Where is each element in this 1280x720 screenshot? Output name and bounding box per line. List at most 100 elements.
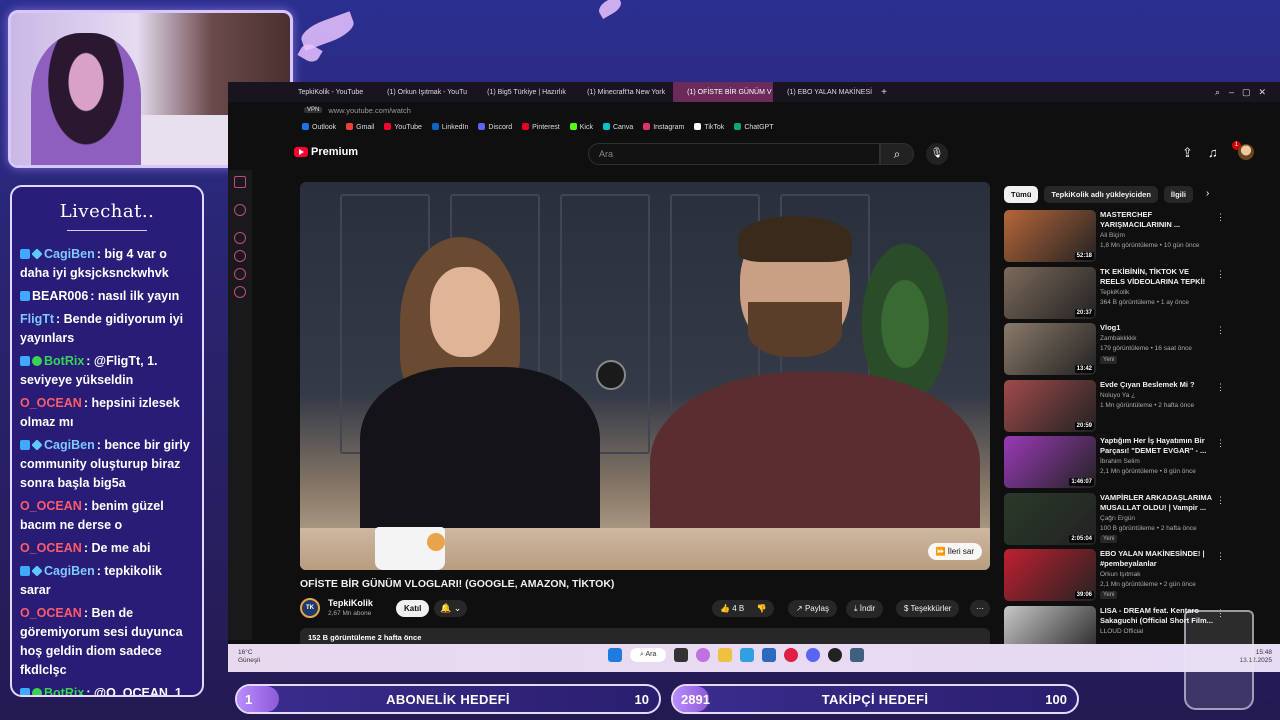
new-tab-icon[interactable]: + xyxy=(881,87,887,98)
video-thumbnail[interactable]: 20:59 xyxy=(1004,379,1096,432)
gear-icon[interactable] xyxy=(234,286,246,298)
recommended-video[interactable]: 52:18 MASTERCHEF YARIŞMACILARININ ... Ali … xyxy=(1004,210,1264,264)
player-icon[interactable] xyxy=(234,232,246,244)
share-button[interactable]: ↗ Paylaş xyxy=(788,600,837,617)
more-options-icon[interactable]: ⋮ xyxy=(1216,551,1225,562)
recommended-title[interactable]: Evde Çıyan Beslemek Mi ? xyxy=(1100,380,1215,390)
chat-username[interactable]: FligTt xyxy=(20,312,54,326)
file-explorer-icon[interactable] xyxy=(718,648,733,662)
bell-icon[interactable]: ♫ xyxy=(1208,145,1218,160)
browser-tab[interactable]: (1) EBO YALAN MAKİNESİ xyxy=(773,82,873,102)
recommended-title[interactable]: Vlog1 xyxy=(1100,323,1215,333)
obs-icon[interactable] xyxy=(828,648,843,662)
chat-username[interactable]: O_OCEAN xyxy=(20,396,82,410)
bookmark-item[interactable]: Kick xyxy=(569,123,593,131)
bookmark-item[interactable]: Pinterest xyxy=(522,123,560,131)
video-player[interactable]: ⏩ İleri sar xyxy=(300,182,990,570)
browser-tab[interactable]: (1) OFİSTE BİR GÜNÜM V xyxy=(673,82,774,102)
history-icon[interactable] xyxy=(234,250,246,262)
video-thumbnail[interactable]: 1:46:07 xyxy=(1004,436,1096,488)
search-tabs-icon[interactable]: ⌕ xyxy=(1215,87,1220,98)
more-actions-button[interactable]: ⋯ xyxy=(970,600,990,617)
more-options-icon[interactable]: ⋮ xyxy=(1216,438,1225,449)
search-button[interactable]: ⌕ xyxy=(880,143,914,165)
like-button[interactable]: 👍 4 B 👎 xyxy=(712,600,775,617)
download-button[interactable]: ⤓ İndir xyxy=(846,600,884,618)
join-button[interactable]: Katıl xyxy=(396,600,430,617)
thumbs-down-icon[interactable]: 👎 xyxy=(756,604,766,613)
window-controls-icon[interactable]: –▢✕ xyxy=(1229,87,1274,98)
bookmark-item[interactable]: TikTok xyxy=(694,123,724,131)
chat-username[interactable]: O_OCEAN xyxy=(20,499,82,513)
more-options-icon[interactable]: ⋮ xyxy=(1216,495,1225,506)
account-avatar[interactable] xyxy=(1238,144,1254,160)
recommended-title[interactable]: TK EKİBİNİN, TİKTOK VE REELS VİDEOLARINA… xyxy=(1100,267,1215,287)
subscribe-bell-button[interactable]: 🔔 ⌄ xyxy=(434,600,468,617)
recommended-channel[interactable]: Çağrı Ergün xyxy=(1100,515,1135,522)
channel-name[interactable]: TepkiKolik xyxy=(328,598,373,608)
weather-widget[interactable]: 16°C Güneşli xyxy=(238,649,260,665)
recommended-video[interactable]: 13:42 Vlog1 Zambakkkkk 179 görüntüleme • 16… xyxy=(1004,323,1264,377)
copilot-icon[interactable] xyxy=(696,648,711,662)
recommended-video[interactable]: 1:46:07 Yaptığım Her İş Hayatımın Bir Par… xyxy=(1004,436,1264,490)
opera-icon[interactable] xyxy=(234,176,246,188)
recommended-channel[interactable]: Ali Biçim xyxy=(1100,232,1125,239)
bookmark-item[interactable]: Discord xyxy=(478,123,512,131)
browser-tab[interactable]: (1) Minecraft'ta New York xyxy=(573,82,673,102)
video-thumbnail[interactable]: 2:05:04 xyxy=(1004,492,1096,545)
app-icon[interactable] xyxy=(740,648,755,662)
recommended-channel[interactable]: Orkun Işıtmak xyxy=(1100,571,1140,578)
browser-tab[interactable]: (1) Big5 Türkiye | Hazırlık xyxy=(473,82,573,102)
skip-forward-button[interactable]: ⏩ İleri sar xyxy=(927,543,982,560)
channel-avatar[interactable]: TK xyxy=(300,598,320,618)
chat-username[interactable]: BotRix xyxy=(44,354,84,368)
chat-username[interactable]: O_OCEAN xyxy=(20,541,82,555)
more-options-icon[interactable]: ⋮ xyxy=(1216,212,1225,223)
address-bar[interactable]: VPN www.youtube.com/watch xyxy=(228,102,1280,118)
upload-icon[interactable]: ⇪ xyxy=(1182,145,1193,161)
task-view-icon[interactable] xyxy=(674,648,689,662)
settings-gear-icon[interactable] xyxy=(850,648,865,662)
store-icon[interactable] xyxy=(762,648,777,662)
messenger-icon[interactable] xyxy=(234,268,246,280)
browser-tab[interactable]: (1) Orkun Işıtmak - YouTu xyxy=(373,82,473,102)
recommended-video[interactable]: 20:37 TK EKİBİNİN, TİKTOK VE REELS VİDEOL… xyxy=(1004,266,1264,321)
recommended-title[interactable]: EBO YALAN MAKİNESİNDE! | #pembeyalanlar xyxy=(1100,549,1215,569)
bookmark-item[interactable]: Outlook xyxy=(302,123,336,131)
youtube-logo[interactable]: Premium xyxy=(294,146,358,158)
thanks-button[interactable]: $ Teşekkürler xyxy=(896,600,960,617)
recommended-channel[interactable]: Zambakkkkk xyxy=(1100,335,1136,342)
video-thumbnail[interactable]: 39:06 xyxy=(1004,549,1096,601)
recommended-title[interactable]: VAMPİRLER ARKADAŞLARIMA MUSALLAT OLDU! |… xyxy=(1100,493,1215,513)
video-thumbnail[interactable]: 13:42 xyxy=(1004,323,1096,375)
search-input[interactable]: Ara xyxy=(588,143,880,165)
recommended-video[interactable]: 20:59 Evde Çıyan Beslemek Mi ? Noluyo Ya ¿… xyxy=(1004,379,1264,434)
browser-tab[interactable]: TepkiKolik - YouTube xyxy=(288,82,373,102)
filter-chip[interactable]: Tümü xyxy=(1004,186,1039,203)
bookmark-item[interactable]: Instagram xyxy=(643,123,684,131)
recommended-channel[interactable]: Noluyo Ya ¿ xyxy=(1100,392,1135,399)
vpn-badge[interactable]: VPN xyxy=(304,107,323,113)
recommended-channel[interactable]: İbrahim Selim xyxy=(1100,458,1140,465)
more-options-icon[interactable]: ⋮ xyxy=(1216,325,1225,336)
discord-icon[interactable] xyxy=(806,648,821,662)
more-options-icon[interactable]: ⋮ xyxy=(1216,269,1225,280)
recommended-channel[interactable]: TepkiKolik xyxy=(1100,289,1129,296)
chevron-right-icon[interactable]: › xyxy=(1206,188,1209,199)
bookmark-item[interactable]: Gmail xyxy=(346,123,374,131)
bookmark-item[interactable]: YouTube xyxy=(384,123,422,131)
microphone-icon[interactable]: 🎙 xyxy=(926,143,948,165)
recommended-video[interactable]: 39:06 EBO YALAN MAKİNESİNDE! | #pembeyala… xyxy=(1004,549,1264,603)
chat-username[interactable]: CagiBen xyxy=(44,438,95,452)
taskbar-search[interactable]: ⌕ Ara xyxy=(630,648,667,662)
recommended-title[interactable]: Yaptığım Her İş Hayatımın Bir Parçası! "… xyxy=(1100,436,1215,456)
bookmark-item[interactable]: Canva xyxy=(602,123,633,131)
recommended-channel[interactable]: LLOUD Official xyxy=(1100,628,1143,635)
bookmark-item[interactable]: ChatGPT xyxy=(734,123,774,131)
more-options-icon[interactable]: ⋮ xyxy=(1216,382,1225,393)
start-icon[interactable] xyxy=(608,648,622,662)
chat-username[interactable]: O_OCEAN xyxy=(20,606,82,620)
chat-username[interactable]: CagiBen xyxy=(44,564,95,578)
url-text[interactable]: www.youtube.com/watch xyxy=(328,106,411,115)
video-thumbnail[interactable]: 20:37 xyxy=(1004,266,1096,319)
